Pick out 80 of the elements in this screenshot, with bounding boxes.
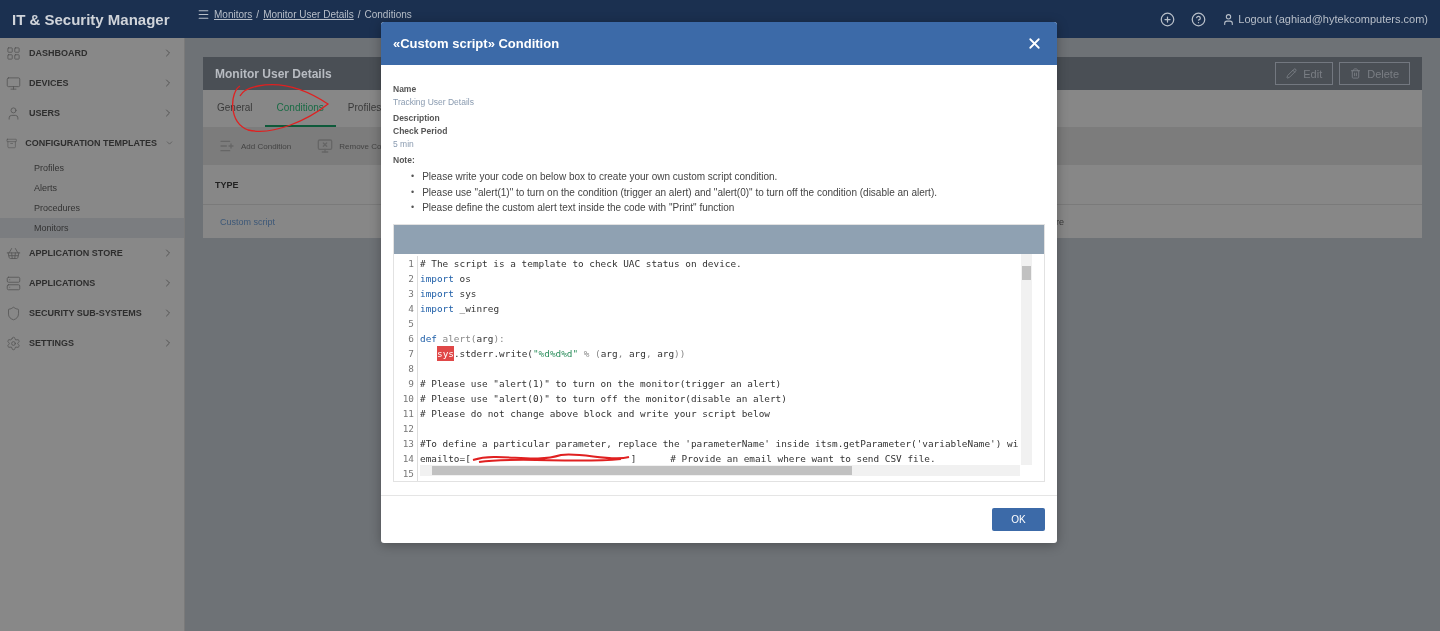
line-number: 13: [401, 437, 415, 449]
horizontal-scrollbar[interactable]: [420, 464, 1020, 476]
line-number: 2: [407, 272, 415, 284]
sidebar-icon: [6, 305, 21, 321]
sidebar-icon: [6, 45, 21, 61]
sidebar-item[interactable]: USERS: [0, 98, 184, 128]
sidebar-item[interactable]: SECURITY SUB-SYSTEMS: [0, 298, 184, 328]
sidebar-item[interactable]: DEVICES: [0, 68, 184, 98]
sidebar-icon: [6, 75, 21, 91]
sidebar-icon: [6, 335, 21, 351]
menu-icon[interactable]: [197, 8, 210, 21]
ok-button[interactable]: OK: [992, 508, 1045, 531]
field-value: 5 min: [393, 138, 415, 150]
line-number: 14: [401, 452, 415, 464]
bullet-marker: •: [411, 170, 415, 183]
line-number: 6: [407, 332, 415, 344]
trash-icon: [1350, 68, 1362, 79]
line-number: 7: [407, 347, 415, 359]
code-line: # Please use "alert(0)" to turn off the monitor(disable an alert): [419, 391, 787, 406]
line-number: 1: [407, 257, 415, 269]
table-link[interactable]: Custom script: [220, 216, 275, 227]
code-line: # The script is a template to check UAC status on device.: [419, 256, 742, 271]
line-number: 4: [407, 302, 415, 314]
field-label: Check Period: [393, 125, 449, 138]
line-number: 5: [407, 317, 415, 329]
code-line: #To define a particular parameter, replace the 'parameterName' inside itsm.getParameter('variableName') wi: [419, 436, 1019, 451]
code-line: emailto=[ ] # Provide an email where want to send CSV file.: [419, 451, 936, 466]
note-text: Please write your code on below box to create your own custom script condition.: [422, 170, 778, 184]
code-line: sys.stderr.write("%d%d%d" % (arg, arg, arg)): [436, 345, 686, 361]
line-number: 3: [407, 287, 415, 299]
breadcrumb-link[interactable]: Monitors: [214, 9, 253, 20]
breadcrumb-separator: /: [357, 9, 361, 20]
current-page-text: Conditions: [364, 9, 412, 20]
add-icon[interactable]: [1160, 11, 1176, 27]
breadcrumb-link[interactable]: Monitor User Details: [263, 9, 354, 20]
line-number: 15: [401, 467, 415, 479]
note-text: Please use "alert(1)" to turn on the condition (trigger an alert) and "alert(0)" to turn off the condition (disable an alert).: [422, 185, 937, 200]
bullet-marker: •: [411, 185, 415, 199]
line-number: 11: [401, 407, 415, 419]
sidebar-item[interactable]: CONFIGURATION TEMPLATES: [0, 128, 184, 158]
sidebar-icon: [6, 245, 21, 261]
line-number: 9: [407, 377, 415, 389]
line-number: 12: [401, 422, 415, 434]
sidebar-subitem[interactable]: Procedures: [0, 198, 184, 218]
field-label: Name: [393, 83, 418, 96]
code-line: import sys: [419, 286, 477, 301]
line-number: 8: [407, 362, 415, 374]
breadcrumb-separator: /: [256, 9, 260, 20]
code-line: import _winreg: [419, 301, 500, 316]
note-label: Note:: [393, 154, 416, 167]
app-title: IT & Security Manager: [11, 10, 171, 28]
page-title: Monitor User Details: [215, 66, 332, 81]
field-value: Tracking User Details: [393, 96, 475, 108]
sidebar-subitem[interactable]: Profiles: [0, 158, 184, 178]
column-header: TYPE: [215, 179, 239, 190]
code-line: # Please use "alert(1)" to turn on the monitor(trigger an alert): [419, 376, 782, 391]
sidebar-subitem[interactable]: Monitors: [0, 218, 184, 238]
line-number: 10: [401, 392, 415, 404]
pencil-icon: [1286, 68, 1298, 79]
close-button[interactable]: [1026, 35, 1043, 52]
logout-link[interactable]: Logout (aghiad@hytekcomputers.com): [1222, 12, 1428, 26]
code-line: import os: [419, 271, 471, 286]
sidebar-item[interactable]: APPLICATIONS: [0, 268, 184, 298]
sidebar-icon: [6, 275, 21, 291]
sidebar-item[interactable]: SETTINGS: [0, 328, 184, 358]
bullet-marker: •: [411, 201, 415, 214]
note-text: Please define the custom alert text inside the code with "Print" function: [422, 201, 735, 215]
sidebar-item[interactable]: APPLICATION STORE: [0, 238, 184, 268]
field-label: Description: [393, 112, 441, 125]
table-cell: re: [1056, 216, 1064, 227]
sidebar-item[interactable]: DASHBOARD: [0, 38, 184, 68]
help-icon[interactable]: [1191, 11, 1207, 27]
user-icon: [1222, 12, 1236, 26]
dialog-title: «Custom script» Condition: [393, 36, 560, 51]
code-line: def alert(arg):: [419, 331, 505, 346]
vertical-scrollbar[interactable]: [1021, 253, 1032, 465]
code-editor[interactable]: [393, 223, 1045, 482]
code-line: # Please do not change above block and write your script below: [419, 406, 770, 421]
sidebar-icon: [6, 105, 21, 121]
sidebar-subitem[interactable]: Alerts: [0, 178, 184, 198]
